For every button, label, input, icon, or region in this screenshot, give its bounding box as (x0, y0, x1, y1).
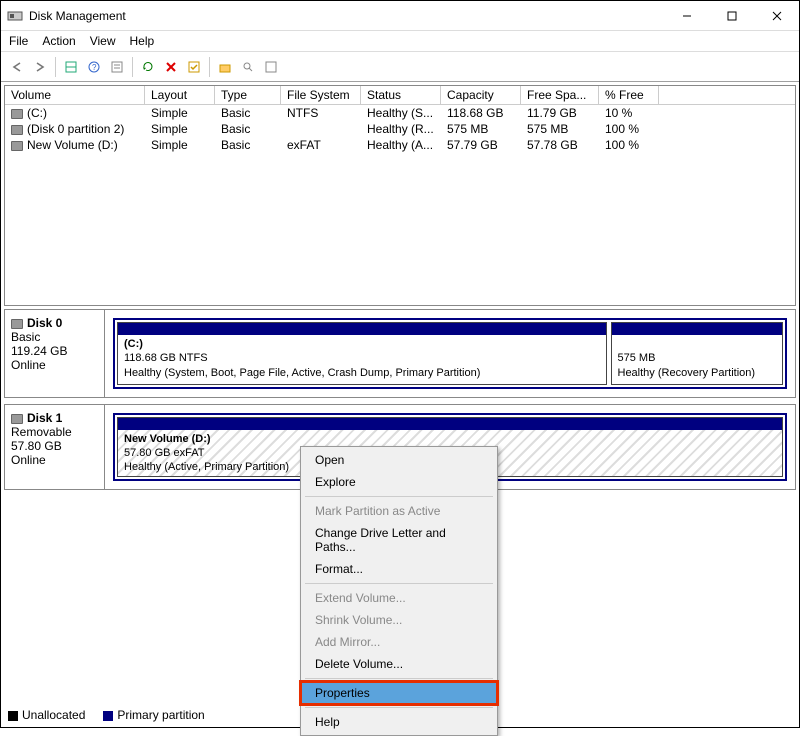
col-status[interactable]: Status (361, 86, 441, 104)
menu-help[interactable]: Help (130, 34, 155, 48)
folder-icon[interactable] (215, 57, 235, 77)
ctx-mark-active: Mark Partition as Active (301, 500, 497, 522)
menu-bar: File Action View Help (1, 31, 799, 52)
back-button[interactable] (7, 57, 27, 77)
volumes-table: Volume Layout Type File System Status Ca… (4, 85, 796, 306)
ctx-explore[interactable]: Explore (301, 471, 497, 493)
disk0-partitions: (C:) 118.68 GB NTFS Healthy (System, Boo… (113, 318, 787, 389)
ctx-change-letter[interactable]: Change Drive Letter and Paths... (301, 522, 497, 558)
search-icon[interactable] (238, 57, 258, 77)
ctx-extend: Extend Volume... (301, 587, 497, 609)
ctx-delete[interactable]: Delete Volume... (301, 653, 497, 675)
refresh-icon[interactable] (138, 57, 158, 77)
ctx-shrink: Shrink Volume... (301, 609, 497, 631)
col-pct[interactable]: % Free (599, 86, 659, 104)
volume-row[interactable]: (Disk 0 partition 2) Simple Basic Health… (5, 121, 795, 137)
toolbar: ? (1, 52, 799, 82)
col-fs[interactable]: File System (281, 86, 361, 104)
app-icon (7, 8, 23, 24)
ctx-open[interactable]: Open (301, 449, 497, 471)
disk-row-0: Disk 0 Basic 119.24 GB Online (C:) 118.6… (4, 309, 796, 398)
partition-recovery[interactable]: 575 MB Healthy (Recovery Partition) (611, 322, 784, 385)
maximize-button[interactable] (709, 1, 754, 30)
delete-icon[interactable] (161, 57, 181, 77)
swatch-primary (103, 711, 113, 721)
ctx-mirror: Add Mirror... (301, 631, 497, 653)
volumes-body: (C:) Simple Basic NTFS Healthy (S... 118… (5, 105, 795, 305)
window-title: Disk Management (29, 9, 664, 23)
partition-c[interactable]: (C:) 118.68 GB NTFS Healthy (System, Boo… (117, 322, 607, 385)
menu-action[interactable]: Action (42, 34, 75, 48)
col-layout[interactable]: Layout (145, 86, 215, 104)
drive-icon (11, 125, 23, 135)
col-capacity[interactable]: Capacity (441, 86, 521, 104)
legend: Unallocated Primary partition (8, 708, 205, 722)
svg-text:?: ? (92, 63, 97, 72)
context-menu: Open Explore Mark Partition as Active Ch… (300, 446, 498, 736)
drive-icon (11, 109, 23, 119)
disk1-info[interactable]: Disk 1 Removable 57.80 GB Online (5, 405, 105, 489)
minimize-button[interactable] (664, 1, 709, 30)
forward-button[interactable] (30, 57, 50, 77)
close-button[interactable] (754, 1, 799, 30)
ctx-properties[interactable]: Properties (301, 682, 497, 704)
drive-icon (11, 141, 23, 151)
disk-icon (11, 319, 23, 329)
props-icon[interactable] (261, 57, 281, 77)
title-bar: Disk Management (1, 1, 799, 31)
list-icon[interactable] (107, 57, 127, 77)
menu-file[interactable]: File (9, 34, 28, 48)
views-icon[interactable] (61, 57, 81, 77)
volumes-header: Volume Layout Type File System Status Ca… (5, 86, 795, 105)
volume-row[interactable]: (C:) Simple Basic NTFS Healthy (S... 118… (5, 105, 795, 121)
ctx-format[interactable]: Format... (301, 558, 497, 580)
menu-view[interactable]: View (90, 34, 116, 48)
col-type[interactable]: Type (215, 86, 281, 104)
volume-row[interactable]: New Volume (D:) Simple Basic exFAT Healt… (5, 137, 795, 153)
help-icon[interactable]: ? (84, 57, 104, 77)
disk0-info[interactable]: Disk 0 Basic 119.24 GB Online (5, 310, 105, 397)
swatch-unallocated (8, 711, 18, 721)
ctx-help[interactable]: Help (301, 711, 497, 733)
check-icon[interactable] (184, 57, 204, 77)
col-volume[interactable]: Volume (5, 86, 145, 104)
disk-icon (11, 414, 23, 424)
col-free[interactable]: Free Spa... (521, 86, 599, 104)
